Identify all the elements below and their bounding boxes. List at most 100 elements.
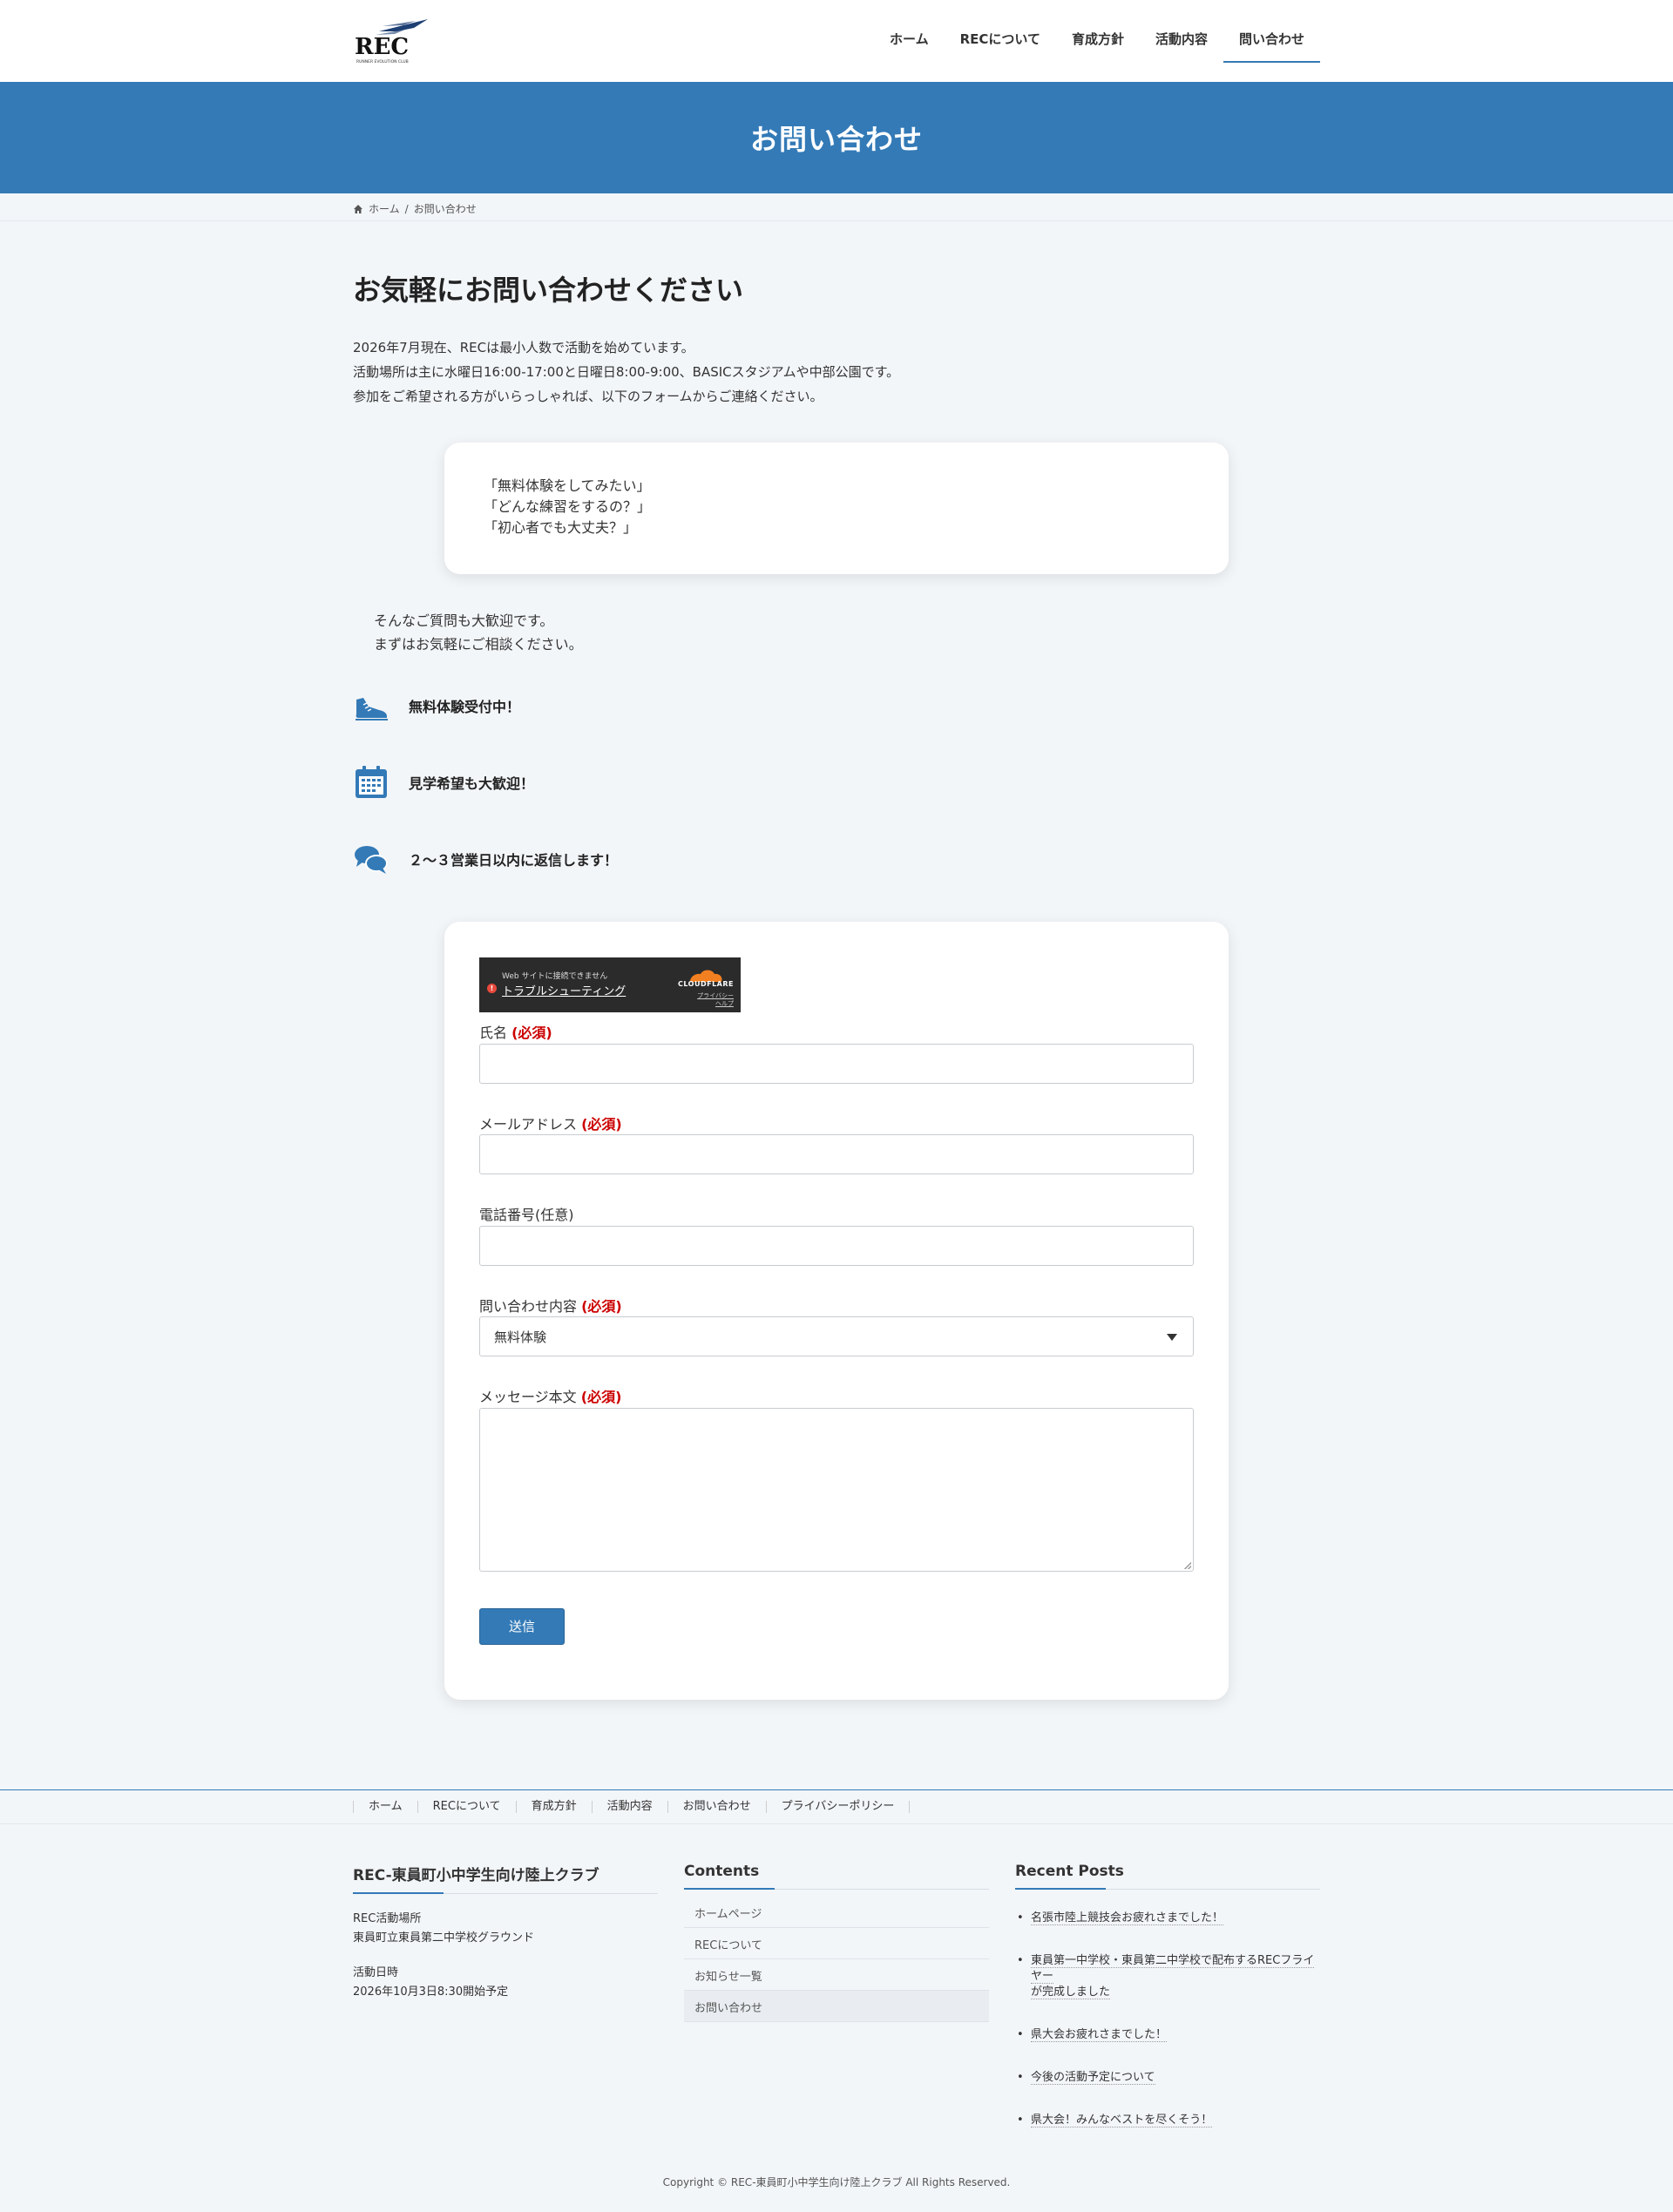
phone-label: 電話番号(任意) [479, 1203, 574, 1224]
footer-nav-privacy[interactable]: プライバシーポリシー [765, 1801, 911, 1813]
feature-label: 無料体験受付中！ [409, 699, 521, 715]
warning-icon: ! [487, 984, 497, 993]
captcha-footer: プライバシー ヘルプ [697, 992, 734, 1008]
footer-nav-contact[interactable]: お問い合わせ [667, 1801, 766, 1813]
dropdown-arrow-icon [1167, 1334, 1177, 1341]
nav-activities[interactable]: 活動内容 [1140, 0, 1223, 82]
footer-nav-about[interactable]: RECについて [417, 1801, 516, 1813]
captcha-privacy-link[interactable]: プライバシー [697, 992, 734, 1000]
email-field[interactable] [479, 1134, 1194, 1174]
calendar-icon [356, 766, 387, 798]
intro-line: 2026年7月現在、RECは最小人数で活動を始めています。 [353, 340, 694, 355]
breadcrumb-current: お問い合わせ [413, 203, 477, 215]
copyright: Copyright © REC-東員町小中学生向け陸上クラブ All Right… [662, 2176, 1011, 2188]
recent-post-title: 県大会お疲れさまでした！ [1031, 2028, 1168, 2042]
name-label-text: 氏名 [479, 1025, 508, 1041]
footer-club-info: REC-東員町小中学生向け陸上クラブ REC活動場所 東員町立東員第二中学校グラ… [353, 1863, 658, 2002]
feature-item: ２～３営業日以内に返信します！ [353, 841, 618, 877]
global-nav: ホーム RECについて 育成方針 活動内容 問い合わせ [874, 0, 1321, 82]
recent-post-link[interactable]: 県大会お疲れさまでした！ [1015, 2027, 1320, 2043]
intro-line: 参加をご希望される方がいらっしゃれば、以下のフォームからご連絡ください。 [353, 389, 823, 404]
footer-nav-home[interactable]: ホーム [353, 1801, 417, 1813]
breadcrumb-separator: / [404, 202, 409, 215]
contents-link-about[interactable]: RECについて [684, 1928, 989, 1959]
intro-text: 2026年7月現在、RECは最小人数で活動を始めています。 活動場所は主に水曜日… [353, 335, 899, 409]
captcha-widget[interactable]: Web サイトに接続できません ! トラブルシューティング CLOUDFLARE… [479, 957, 741, 1012]
logo-text: REC [355, 34, 409, 60]
recent-post-title: 県大会！みんなベストを尽くそう！ [1031, 2114, 1213, 2127]
captcha-help-link[interactable]: ヘルプ [697, 1000, 734, 1008]
breadcrumb-home[interactable]: ホーム [369, 201, 400, 216]
required-mark: (必須) [511, 1025, 552, 1041]
recent-post-title: 東員第一中学校・東員第二中学校で配布するRECフライヤー [1031, 1954, 1315, 1984]
nav-home[interactable]: ホーム [874, 0, 945, 82]
nav-policy[interactable]: 育成方針 [1056, 0, 1140, 82]
footer-recent-posts: Recent Posts 名張市陸上競技会お疲れさまでした！ 東員第一中学校・東… [1015, 1863, 1320, 2155]
logo-mark: REC RUNNER EVOLUTION CLUB [355, 19, 428, 64]
intro-line: 活動場所は主に水曜日16:00-17:00と日曜日8:00-9:00、BASIC… [353, 364, 900, 380]
footer-recent-title: Recent Posts [1015, 1863, 1320, 1890]
feature-item: 無料体験受付中！ [353, 687, 520, 724]
place-label: REC活動場所 [353, 1912, 422, 1925]
contents-link-home[interactable]: ホームページ [684, 1897, 989, 1928]
welcome-line: まずはお気軽にご相談ください。 [374, 636, 583, 653]
required-mark: (必須) [581, 1298, 622, 1315]
recent-post-title: 名張市陸上競技会お疲れさまでした！ [1031, 1911, 1224, 1925]
message-textarea[interactable] [479, 1408, 1194, 1572]
footer-contents-title: Contents [684, 1863, 989, 1890]
recent-post-link[interactable]: 名張市陸上競技会お疲れさまでした！ [1015, 1911, 1320, 1926]
email-label-text: メールアドレス [479, 1116, 578, 1133]
captcha-message: Web サイトに接続できません [502, 972, 608, 981]
contact-form: Web サイトに接続できません ! トラブルシューティング CLOUDFLARE… [444, 922, 1229, 1700]
name-label: 氏名 (必須) [479, 1021, 552, 1042]
recent-post-link[interactable]: 今後の活動予定について [1015, 2070, 1320, 2086]
faq-item: 「初心者でも大丈夫？」 [484, 519, 638, 536]
contents-link-news[interactable]: お知らせ一覧 [684, 1959, 989, 1991]
message-label-text: メッセージ本文 [479, 1389, 577, 1405]
running-shoe-icon [356, 698, 388, 720]
content-heading: お気軽にお問い合わせください [353, 274, 744, 307]
breadcrumb: ホーム / お問い合わせ [0, 193, 1673, 221]
inquiry-label-text: 問い合わせ内容 [479, 1298, 578, 1315]
footer-nav-policy[interactable]: 育成方針 [515, 1801, 592, 1813]
site-header: REC RUNNER EVOLUTION CLUB ホーム RECについて 育成… [0, 0, 1673, 82]
chat-bubbles-icon [355, 846, 388, 874]
phone-label-text: 電話番号(任意) [479, 1207, 574, 1223]
feature-label: ２～３営業日以内に返信します！ [409, 852, 619, 869]
welcome-text: そんなご質問も大歓迎です。 まずはお気軽にご相談ください。 [374, 609, 583, 656]
recent-post-title-cont: が完成しました [1031, 1985, 1111, 1999]
page-title-band: お問い合わせ [0, 82, 1673, 193]
welcome-line: そんなご質問も大歓迎です。 [374, 612, 554, 629]
phone-field[interactable] [479, 1226, 1194, 1266]
submit-button[interactable]: 送信 [479, 1608, 565, 1645]
recent-post-title: 今後の活動予定について [1031, 2071, 1155, 2085]
recent-post-link[interactable]: 東員第一中学校・東員第二中学校で配布するRECフライヤーが完成しました [1015, 1953, 1320, 2000]
resize-handle-icon[interactable] [1184, 1562, 1191, 1569]
faq-item: 「無料体験をしてみたい」 [484, 477, 651, 494]
email-label: メールアドレス (必須) [479, 1113, 622, 1133]
inquiry-selected-value: 無料体験 [494, 1329, 547, 1345]
nav-contact[interactable]: 問い合わせ [1223, 0, 1321, 82]
nav-about[interactable]: RECについて [945, 0, 1056, 82]
footer-nav-activities[interactable]: 活動内容 [591, 1801, 667, 1813]
required-mark: (必須) [581, 1116, 622, 1133]
captcha-troubleshoot-link[interactable]: トラブルシューティング [502, 982, 626, 998]
contents-link-contact[interactable]: お問い合わせ [684, 1991, 989, 2022]
feature-item: 見学希望も大歓迎！ [353, 764, 534, 801]
recent-post-link[interactable]: 県大会！みんなベストを尽くそう！ [1015, 2113, 1320, 2128]
footer-contents: Contents ホームページ RECについて お知らせ一覧 お問い合わせ [684, 1863, 989, 2022]
feature-label: 見学希望も大歓迎！ [409, 775, 535, 792]
footer-nav: ホーム RECについて 育成方針 活動内容 お問い合わせ プライバシーポリシー [0, 1789, 1673, 1824]
page-title: お問い合わせ [749, 123, 923, 156]
date-value: 2026年10月3日8:30開始予定 [353, 1985, 509, 1999]
faq-item: 「どんな練習をするの？」 [484, 498, 652, 515]
inquiry-select[interactable]: 無料体験 [479, 1316, 1194, 1356]
date-label: 活動日時 [353, 1966, 399, 1979]
footer-club-title: REC-東員町小中学生向け陸上クラブ [353, 1863, 658, 1894]
home-icon [354, 204, 362, 213]
logo-subtitle: RUNNER EVOLUTION CLUB [356, 59, 409, 64]
name-field[interactable] [479, 1044, 1194, 1084]
inquiry-label: 問い合わせ内容 (必須) [479, 1295, 622, 1316]
site-logo[interactable]: REC RUNNER EVOLUTION CLUB [353, 17, 433, 64]
captcha-brand: CLOUDFLARE [678, 980, 734, 988]
